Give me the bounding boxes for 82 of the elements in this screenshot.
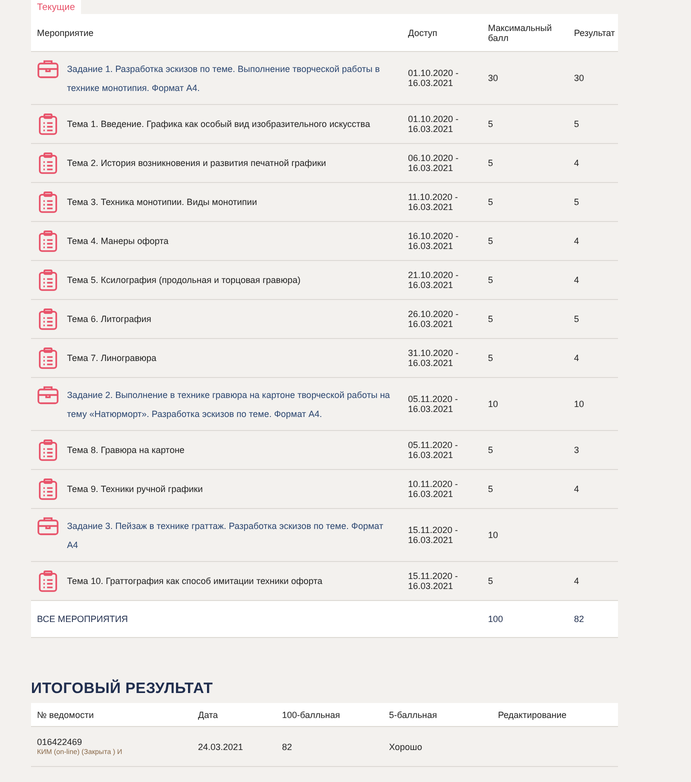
max-score: 30 <box>487 73 500 83</box>
column-header: 100-балльная <box>281 710 342 720</box>
briefcase-icon <box>37 384 59 406</box>
score-cell-text: 82 <box>281 742 294 752</box>
total-result: 82 <box>573 614 586 624</box>
result-score: 4 <box>573 158 580 168</box>
column-header: 5-балльная <box>388 710 438 720</box>
result-score: 4 <box>573 236 580 246</box>
date-cell-text: 24.03.2021 <box>197 742 244 752</box>
topic-title: Тема 1. Введение. Графика как особый вид изобразительного искусства <box>67 119 370 129</box>
access-period: 06.10.2020 - 16.03.2021 <box>407 153 460 173</box>
access-period: 21.10.2020 - 16.03.2021 <box>407 270 460 290</box>
column-header: Редактирование <box>497 710 568 720</box>
task-link[interactable]: Задание 3. Пейзаж в технике граттаж. Разработка эскизов по теме. Формат А4 <box>37 515 396 555</box>
result-score: 30 <box>573 73 586 83</box>
result-score: 10 <box>573 399 586 409</box>
grade-cell-text: Хорошо <box>388 742 424 752</box>
max-score: 5 <box>487 119 494 129</box>
task-link[interactable]: Задание 1. Разработка эскизов по теме. Выполнение творческой работы в технике монотипия. Формат А4. <box>37 58 396 98</box>
max-score: 5 <box>487 275 494 285</box>
clipboard-icon <box>37 113 59 135</box>
result-score: 5 <box>573 197 580 207</box>
max-score: 5 <box>487 314 494 324</box>
topic-title: Тема 5. Ксилография (продольная и торцовая гравюра) <box>67 275 300 285</box>
clipboard-icon <box>37 478 59 500</box>
max-score: 5 <box>487 158 494 168</box>
result-score: 3 <box>573 445 580 455</box>
briefcase-icon <box>37 515 59 537</box>
access-period: 31.10.2020 - 16.03.2021 <box>407 348 460 368</box>
column-header: Дата <box>197 710 219 720</box>
topic-title: Тема 7. Линогравюра <box>67 353 156 363</box>
access-period: 10.11.2020 - 16.03.2021 <box>407 479 459 499</box>
max-score: 5 <box>487 484 494 494</box>
result-score: 5 <box>573 119 580 129</box>
max-score: 10 <box>487 399 500 409</box>
access-period: 01.10.2020 - 16.03.2021 <box>407 68 460 88</box>
topic-title: Тема 9. Техники ручной графики <box>67 484 203 494</box>
clipboard-icon <box>37 191 59 213</box>
topic-title: Тема 3. Техника монотипии. Виды монотипии <box>67 197 257 207</box>
clipboard-icon <box>37 230 59 252</box>
clipboard-icon <box>37 347 59 369</box>
topic-title: Тема 2. История возникновения и развития печатной графики <box>67 158 326 168</box>
briefcase-icon <box>37 58 59 80</box>
access-period: 05.11.2020 - 16.03.2021 <box>407 440 459 460</box>
topic-title: Тема 8. Гравюра на картоне <box>67 445 185 455</box>
access-period: 11.10.2020 - 16.03.2021 <box>407 192 459 212</box>
section-title: ИТОГОВЫЙ РЕЗУЛЬТАТ <box>31 680 214 697</box>
max-score: 5 <box>487 445 494 455</box>
result-score: 4 <box>573 275 580 285</box>
result-score: 4 <box>573 353 580 363</box>
access-period: 05.11.2020 - 16.03.2021 <box>407 394 459 414</box>
max-score: 5 <box>487 576 494 586</box>
sheet-number: 016422469 <box>37 737 84 747</box>
result-score: 5 <box>573 314 580 324</box>
max-score: 10 <box>487 530 500 540</box>
column-header: Доступ <box>407 28 438 38</box>
total-max: 100 <box>487 614 504 624</box>
max-score: 5 <box>487 236 494 246</box>
tab[interactable]: Текущие <box>31 0 81 14</box>
max-score: 5 <box>487 353 494 363</box>
topic-title: Тема 4. Манеры офорта <box>67 236 169 246</box>
total-label: ВСЕ МЕРОПРИЯТИЯ <box>36 614 129 624</box>
access-period: 15.11.2020 - 16.03.2021 <box>407 525 459 545</box>
clipboard-icon <box>37 570 59 592</box>
column-header: Максимальный балл <box>487 22 553 42</box>
max-score: 5 <box>487 197 494 207</box>
clipboard-icon <box>37 269 59 291</box>
result-score: 4 <box>573 576 580 586</box>
topic-title: Тема 6. Литография <box>67 314 152 324</box>
access-period: 01.10.2020 - 16.03.2021 <box>407 114 460 134</box>
column-header: Мероприятие <box>36 28 95 38</box>
column-header: Результат <box>573 28 616 38</box>
result-score: 4 <box>573 484 580 494</box>
access-period: 26.10.2020 - 16.03.2021 <box>407 309 460 329</box>
clipboard-icon <box>37 152 59 174</box>
task-link[interactable]: Задание 2. Выполнение в технике гравюра на картоне творческой работы на тему «Натюрморт». Разработка эскизов по теме. Формат А4. <box>37 384 396 424</box>
column-header: № ведомости <box>36 710 95 720</box>
topic-title: Тема 10. Граттография как способ имитации техники офорта <box>67 576 322 586</box>
clipboard-icon <box>37 439 59 461</box>
clipboard-icon <box>37 308 59 330</box>
access-period: 16.10.2020 - 16.03.2021 <box>407 231 460 251</box>
access-period: 15.11.2020 - 16.03.2021 <box>407 571 459 591</box>
